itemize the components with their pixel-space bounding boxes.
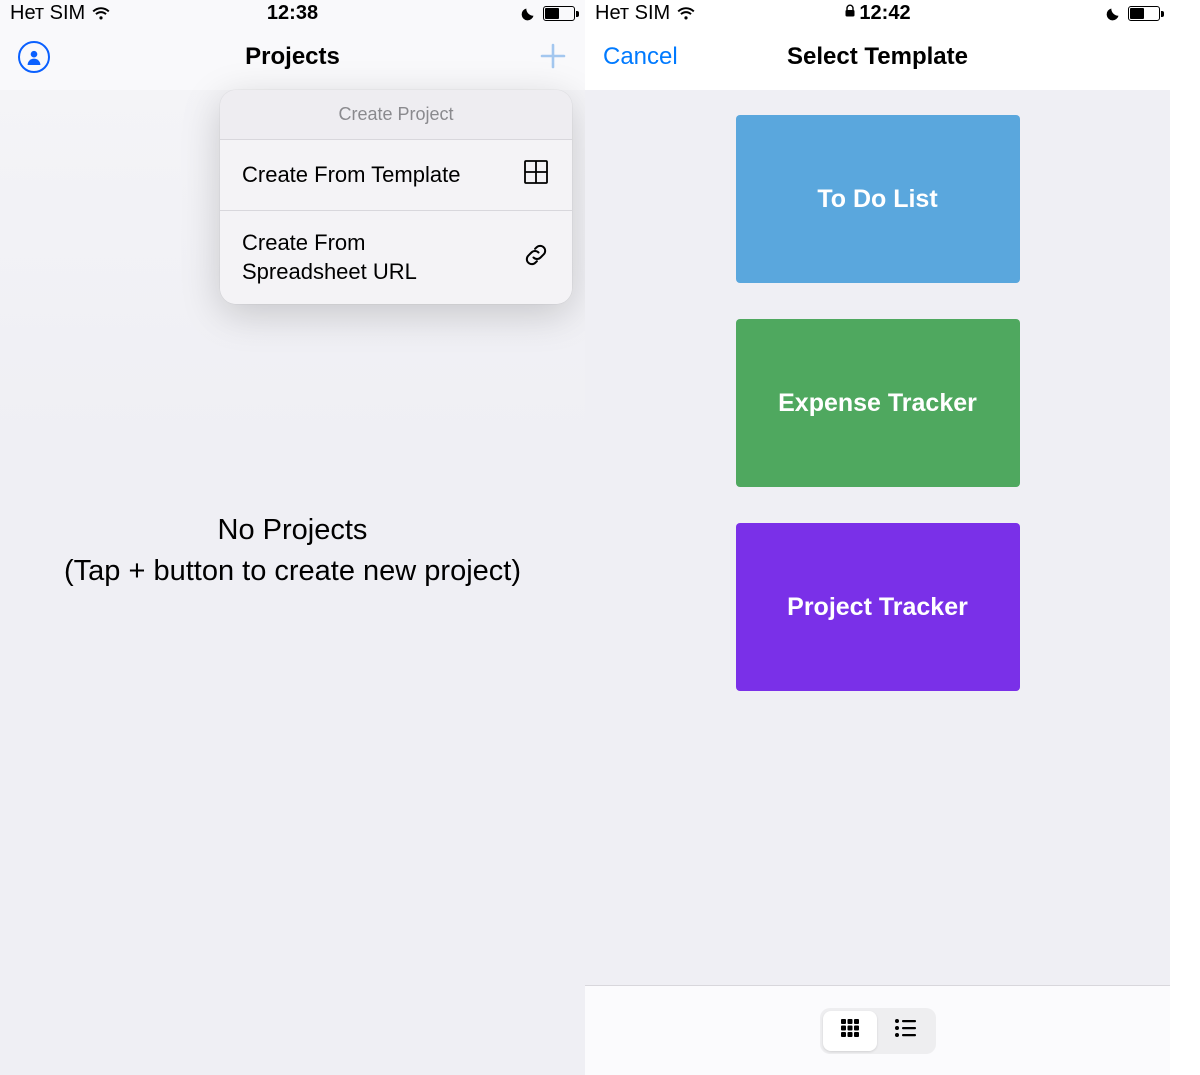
profile-icon [18, 41, 50, 73]
projects-screen: Нет SIM 12:38 Projects Create Project Cr… [0, 0, 585, 1075]
nav-bar: Projects [0, 26, 585, 88]
clock-label: 12:42 [859, 2, 910, 24]
menu-item-create-from-template[interactable]: Create From Template [220, 140, 572, 211]
cancel-button[interactable]: Cancel [603, 43, 678, 71]
empty-state: No Projects (Tap + button to create new … [0, 510, 585, 591]
empty-line-1: No Projects [0, 510, 585, 551]
menu-item-label: Create From Template [242, 161, 460, 190]
clock-label: 12:38 [0, 2, 585, 25]
nav-bar: Cancel Select Template [585, 26, 1170, 88]
battery-icon [543, 6, 575, 21]
view-mode-segmented [820, 1008, 936, 1054]
add-project-button[interactable] [539, 37, 567, 77]
list-icon [894, 1017, 918, 1044]
lock-icon [844, 4, 856, 18]
battery-icon [1128, 6, 1160, 21]
template-card-todo[interactable]: To Do List [736, 115, 1020, 283]
status-bar: Нет SIM 12:38 [0, 0, 585, 26]
empty-line-2: (Tap + button to create new project) [0, 551, 585, 592]
template-grid-icon [522, 158, 550, 192]
grid-icon [839, 1017, 861, 1044]
menu-header: Create Project [220, 90, 572, 140]
template-label: To Do List [817, 185, 937, 214]
menu-item-create-from-url[interactable]: Create From Spreadsheet URL [220, 211, 572, 304]
template-list: To Do List Expense Tracker Project Track… [585, 115, 1170, 691]
menu-item-label: Create From Spreadsheet URL [242, 229, 492, 286]
clock-area: 12:42 [585, 2, 1170, 25]
template-label: Project Tracker [787, 593, 968, 622]
link-icon [522, 241, 550, 275]
bottom-toolbar [585, 985, 1170, 1075]
list-view-button[interactable] [879, 1011, 933, 1051]
nav-title: Projects [0, 43, 585, 71]
template-label: Expense Tracker [778, 389, 977, 418]
template-card-expense[interactable]: Expense Tracker [736, 319, 1020, 487]
profile-button[interactable] [18, 41, 50, 73]
status-bar: Нет SIM 12:42 [585, 0, 1170, 26]
create-project-menu: Create Project Create From Template Crea… [220, 90, 572, 304]
grid-view-button[interactable] [823, 1011, 877, 1051]
template-card-project[interactable]: Project Tracker [736, 523, 1020, 691]
select-template-screen: Нет SIM 12:42 Cancel Select Template To … [585, 0, 1170, 1075]
